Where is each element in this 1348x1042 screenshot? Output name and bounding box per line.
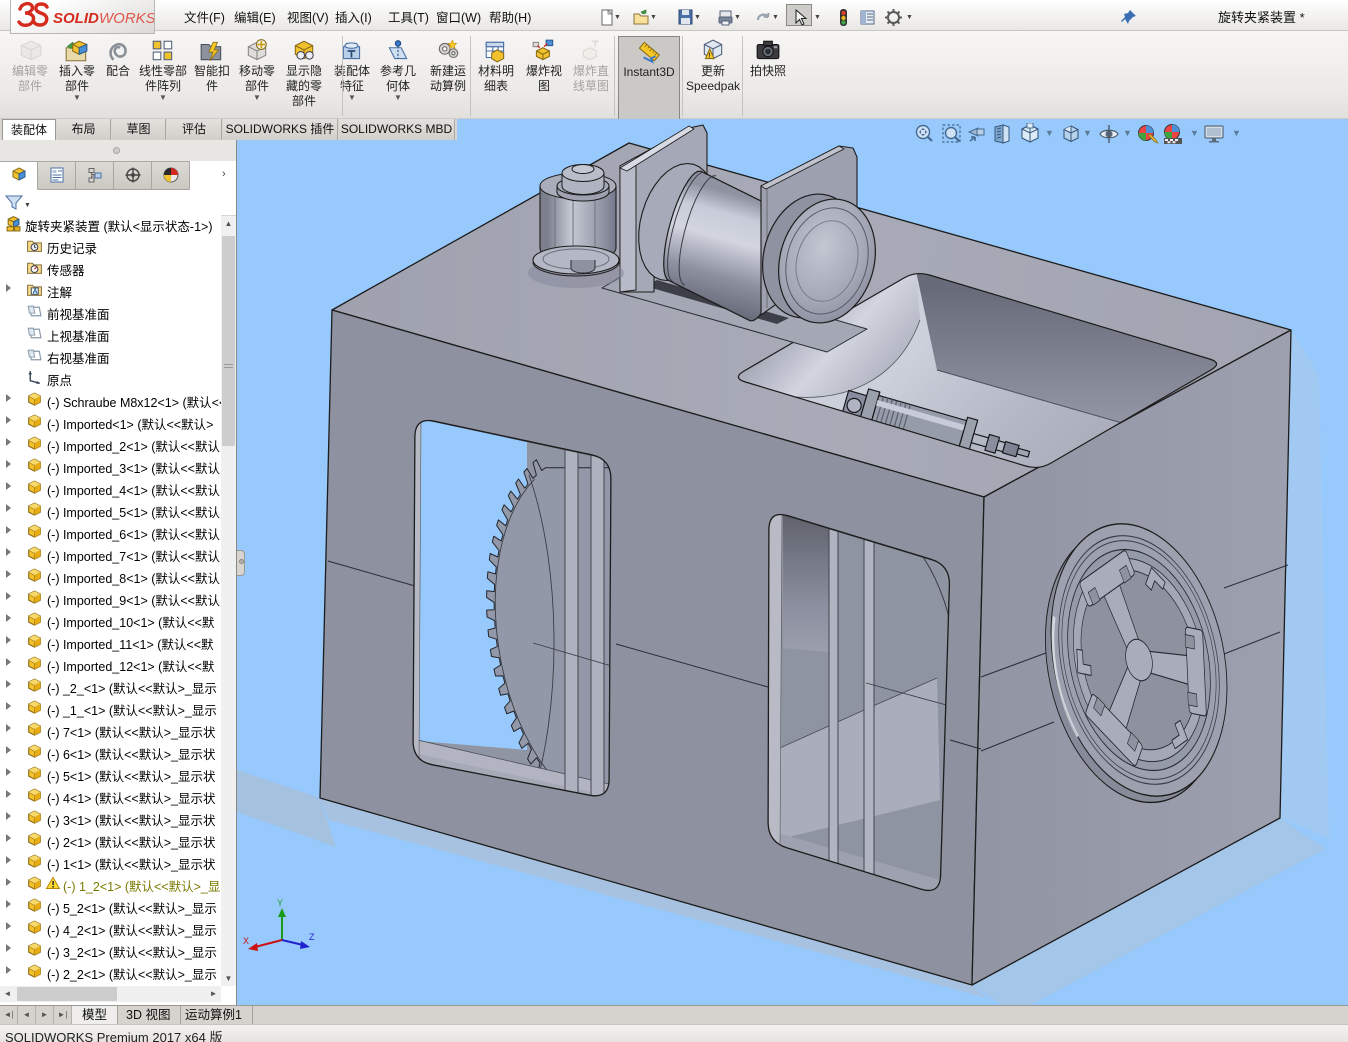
svg-text:X: X xyxy=(243,936,249,946)
svg-text:!: ! xyxy=(708,51,711,60)
svg-text:SOLID: SOLID xyxy=(53,10,99,27)
svg-text:Z: Z xyxy=(309,932,315,942)
svg-text:Y: Y xyxy=(277,898,283,908)
svg-text:A: A xyxy=(33,289,38,296)
svg-text:WORKS: WORKS xyxy=(99,10,154,27)
